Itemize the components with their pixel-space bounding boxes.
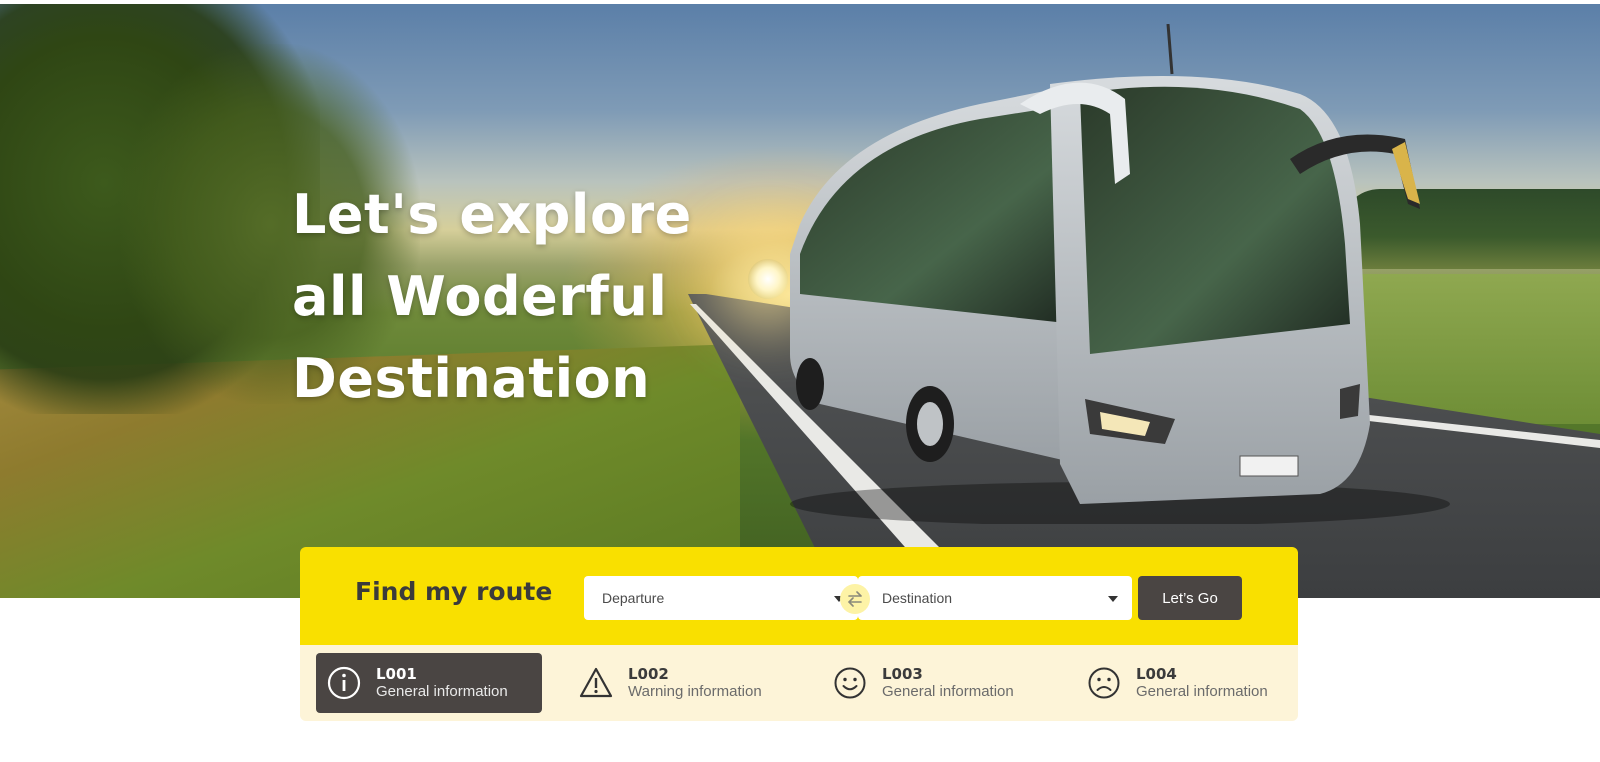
info-item-code: L001 [376, 665, 417, 683]
info-item-desc: Warning information [628, 683, 762, 700]
swap-route-button[interactable] [840, 584, 870, 614]
hero-headline: Let's explore all Woderful Destination [292, 174, 692, 420]
info-item-l002[interactable]: L002 Warning information [568, 653, 794, 713]
destination-select[interactable]: Destination [858, 576, 1132, 620]
hero-headline-line-2: all Woderful [292, 265, 668, 328]
destination-select-value: Destination [882, 590, 953, 606]
departure-select[interactable]: Departure [584, 576, 858, 620]
route-finder-panel: Find my route Departure Destination Let’… [300, 547, 1298, 645]
chevron-down-icon [1108, 596, 1118, 602]
info-item-code: L003 [882, 665, 923, 683]
line-info-bar: L001 General information L002 Warning in… [300, 645, 1298, 721]
coach-bus-image [790, 24, 1450, 524]
smile-face-icon [834, 667, 866, 699]
hero-banner: Let's explore all Woderful Destination [0, 4, 1600, 598]
sad-face-icon [1088, 667, 1120, 699]
info-item-l004[interactable]: L004 General information [1076, 653, 1292, 713]
swap-arrows-icon [847, 591, 862, 607]
route-finder-title: Find my route [355, 577, 553, 606]
warning-triangle-icon [579, 667, 613, 698]
info-item-desc: General information [882, 683, 1014, 700]
info-item-code: L004 [1136, 665, 1177, 683]
lets-go-button[interactable]: Let’s Go [1138, 576, 1242, 620]
hero-headline-line-3: Destination [292, 347, 651, 410]
departure-select-value: Departure [602, 590, 665, 606]
info-item-l003[interactable]: L003 General information [822, 653, 1048, 713]
info-item-l001[interactable]: L001 General information [316, 653, 542, 713]
info-item-code: L002 [628, 665, 669, 683]
info-item-desc: General information [376, 683, 508, 700]
info-item-desc: General information [1136, 683, 1268, 700]
hero-headline-line-1: Let's explore [292, 183, 692, 246]
info-circle-icon [327, 666, 361, 700]
